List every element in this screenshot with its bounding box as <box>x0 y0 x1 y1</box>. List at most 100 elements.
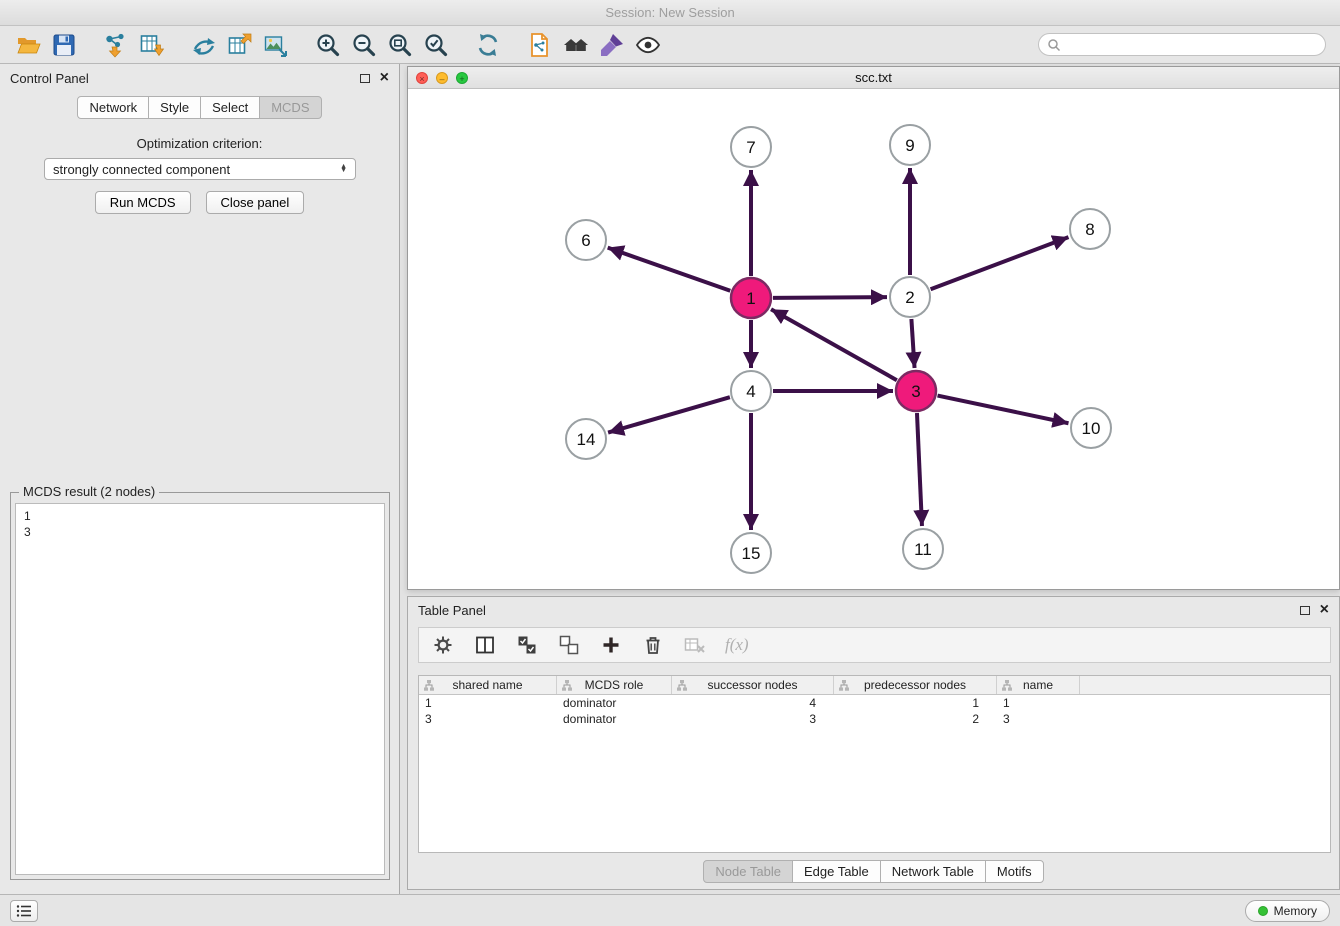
import-network-icon <box>103 32 129 58</box>
column-header-name[interactable]: name <box>997 676 1080 694</box>
column-header-label: shared name <box>452 678 522 692</box>
refresh-button[interactable] <box>470 29 506 61</box>
float-panel-icon[interactable] <box>360 74 370 83</box>
zoom-in-button[interactable] <box>310 29 346 61</box>
edge-2-8[interactable] <box>931 237 1069 289</box>
node-10[interactable]: 10 <box>1071 408 1111 448</box>
close-table-panel-icon[interactable]: × <box>1320 602 1329 618</box>
table-tab-node-table[interactable]: Node Table <box>703 860 793 883</box>
import-network-button[interactable] <box>98 29 134 61</box>
open-folder-icon <box>15 32 41 58</box>
table-tab-edge-table[interactable]: Edge Table <box>792 860 881 883</box>
window-close-icon[interactable]: × <box>416 72 428 84</box>
node-3[interactable]: 3 <box>896 371 936 411</box>
table-settings-button[interactable] <box>431 633 455 657</box>
clone-network-button[interactable] <box>522 29 558 61</box>
table-tab-motifs[interactable]: Motifs <box>985 860 1044 883</box>
deselect-all-button[interactable] <box>557 633 581 657</box>
list-icon <box>16 904 32 918</box>
node-table: shared name MCDS rolesuccessor nodes prede… <box>418 675 1331 853</box>
float-table-panel-icon[interactable] <box>1300 606 1310 615</box>
cell-successor-nodes: 4 <box>672 695 834 711</box>
column-header-label: predecessor nodes <box>864 678 966 692</box>
search-field[interactable] <box>1038 33 1326 56</box>
apply-layout-button[interactable] <box>186 29 222 61</box>
show-all-neighbors-button[interactable] <box>558 29 594 61</box>
toolbar-separator <box>82 26 98 63</box>
node-6[interactable]: 6 <box>566 220 606 260</box>
column-tree-icon <box>676 680 688 694</box>
apply-style-button[interactable] <box>594 29 630 61</box>
save-session-button[interactable] <box>46 29 82 61</box>
zoom-selected-button[interactable] <box>418 29 454 61</box>
column-header-predecessor-nodes[interactable]: predecessor nodes <box>834 676 997 694</box>
edge-1-6[interactable] <box>608 248 731 291</box>
network-window: × – + scc.txt 7 9 6 8 1 2 4 3 14 10 15 11 <box>407 66 1340 590</box>
search-input[interactable] <box>1065 38 1317 52</box>
table-toolbar: f(x) <box>418 627 1331 663</box>
import-table-icon <box>139 32 165 58</box>
edge-3-11[interactable] <box>917 413 922 526</box>
close-panel-button[interactable]: Close panel <box>206 191 305 214</box>
memory-button[interactable]: Memory <box>1245 900 1330 922</box>
network-window-title: scc.txt <box>855 70 892 85</box>
window-zoom-icon[interactable]: + <box>456 72 468 84</box>
edge-1-2[interactable] <box>773 297 887 298</box>
tab-mcds[interactable]: MCDS <box>259 96 321 119</box>
tab-style[interactable]: Style <box>148 96 201 119</box>
column-header-successor-nodes[interactable]: successor nodes <box>672 676 834 694</box>
tab-network[interactable]: Network <box>77 96 149 119</box>
network-window-titlebar[interactable]: × – + scc.txt <box>408 67 1339 89</box>
double-home-icon <box>562 32 590 58</box>
svg-text:9: 9 <box>905 136 914 155</box>
select-all-button[interactable] <box>515 633 539 657</box>
delete-column-button[interactable] <box>641 633 665 657</box>
mcds-result-list[interactable]: 13 <box>15 503 385 875</box>
column-header-mcds-role[interactable]: MCDS role <box>557 676 672 694</box>
edge-3-10[interactable] <box>938 396 1069 424</box>
node-4[interactable]: 4 <box>731 371 771 411</box>
node-1[interactable]: 1 <box>731 278 771 318</box>
window-minimize-icon[interactable]: – <box>436 72 448 84</box>
network-graph: 7 9 6 8 1 2 4 3 14 10 15 11 <box>408 89 1339 589</box>
show-hide-graphics-button[interactable] <box>630 29 666 61</box>
node-11[interactable]: 11 <box>903 529 943 569</box>
network-canvas[interactable]: 7 9 6 8 1 2 4 3 14 10 15 11 <box>408 89 1339 589</box>
edge-3-1[interactable] <box>771 309 897 380</box>
cell-name: 3 <box>997 711 1080 727</box>
import-table-button[interactable] <box>134 29 170 61</box>
zoom-fit-button[interactable] <box>382 29 418 61</box>
edge-4-14[interactable] <box>608 397 730 432</box>
optimization-select[interactable]: strongly connected component ▲▼ <box>44 158 356 180</box>
table-row[interactable]: 1dominator411 <box>419 695 1330 711</box>
svg-text:15: 15 <box>742 544 761 563</box>
node-15[interactable]: 15 <box>731 533 771 573</box>
add-column-button[interactable] <box>599 633 623 657</box>
export-image-button[interactable] <box>258 29 294 61</box>
select-stepper-icon: ▲▼ <box>340 165 347 173</box>
close-panel-icon[interactable]: × <box>380 70 389 86</box>
node-2[interactable]: 2 <box>890 277 930 317</box>
window-title: Session: New Session <box>605 5 734 20</box>
tab-select[interactable]: Select <box>200 96 260 119</box>
control-panel: Control Panel × NetworkStyleSelectMCDS O… <box>0 64 400 894</box>
export-table-button[interactable] <box>222 29 258 61</box>
zoom-out-button[interactable] <box>346 29 382 61</box>
zoom-fit-icon <box>387 32 413 58</box>
column-header-shared-name[interactable]: shared name <box>419 676 557 694</box>
open-session-button[interactable] <box>10 29 46 61</box>
column-visibility-button[interactable] <box>473 633 497 657</box>
table-row[interactable]: 3dominator323 <box>419 711 1330 727</box>
task-history-button[interactable] <box>10 900 38 922</box>
run-mcds-button[interactable]: Run MCDS <box>95 191 191 214</box>
node-9[interactable]: 9 <box>890 125 930 165</box>
node-8[interactable]: 8 <box>1070 209 1110 249</box>
table-tab-network-table[interactable]: Network Table <box>880 860 986 883</box>
edge-2-3[interactable] <box>911 319 914 368</box>
document-share-icon <box>527 32 553 58</box>
function-builder-button-disabled: f(x) <box>725 635 749 655</box>
trash-icon <box>643 635 663 655</box>
node-7[interactable]: 7 <box>731 127 771 167</box>
node-14[interactable]: 14 <box>566 419 606 459</box>
svg-text:14: 14 <box>577 430 596 449</box>
